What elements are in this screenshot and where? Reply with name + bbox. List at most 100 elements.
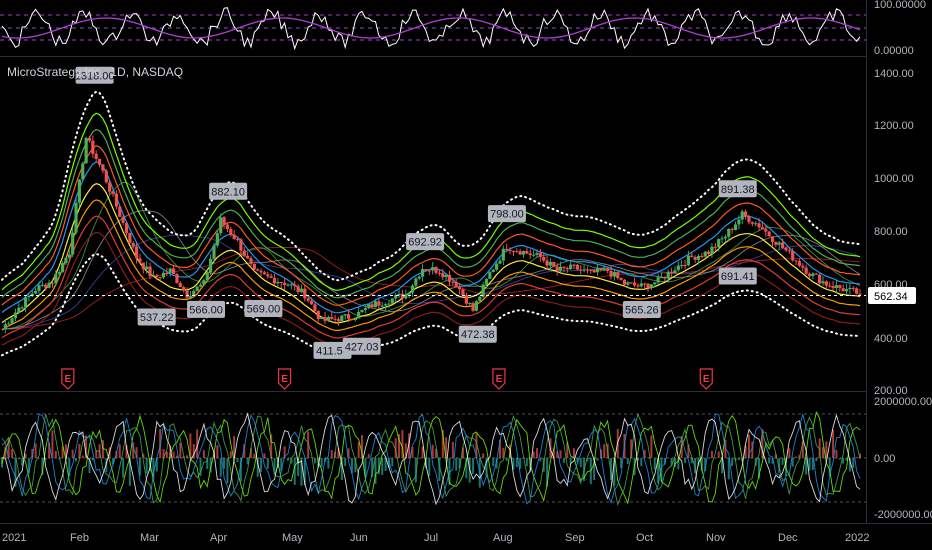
volume-bar	[835, 450, 838, 458]
candle-body	[178, 282, 182, 288]
candle-body	[283, 282, 287, 286]
candle-body	[114, 193, 118, 207]
volume-bar	[11, 449, 14, 458]
x-label-mar: Mar	[140, 532, 159, 544]
volume-bar	[367, 453, 370, 458]
price-callout-text: 565.26	[625, 305, 659, 317]
candle-body	[259, 270, 263, 273]
candle-body	[195, 286, 199, 291]
candle-body	[437, 272, 442, 274]
candle-body	[710, 246, 714, 255]
candle-body	[94, 153, 98, 159]
price-axis-label-1200: 1200.00	[874, 120, 914, 132]
candle-body	[249, 258, 253, 264]
price-callout-text: 692.92	[408, 237, 442, 249]
candle-body	[451, 281, 455, 283]
candle-body	[488, 272, 492, 279]
candle-body	[104, 170, 108, 183]
candle-body	[626, 282, 630, 285]
candle-body	[656, 277, 660, 283]
candle-body	[831, 286, 835, 289]
candle-body	[706, 251, 711, 255]
candle-body	[215, 233, 219, 246]
candle-body	[27, 295, 31, 298]
candle-body	[821, 281, 825, 284]
volume-bar	[172, 451, 175, 458]
candle-body	[599, 268, 603, 271]
volume-bar	[781, 458, 784, 465]
candle-body	[175, 274, 179, 283]
price-callout: 569.00	[244, 300, 283, 318]
candle-body	[363, 308, 367, 310]
candle-body	[202, 280, 206, 285]
candle-body	[235, 239, 240, 241]
candle-body	[515, 251, 519, 253]
candle-body	[346, 314, 351, 319]
candle-body	[37, 285, 41, 291]
volume-bar	[428, 458, 431, 476]
candle-body	[414, 278, 418, 286]
volume-bar	[573, 448, 575, 458]
candle-body	[293, 284, 297, 287]
candle-body	[784, 247, 788, 251]
volume-bar	[216, 445, 219, 458]
candle-body	[242, 250, 246, 256]
candle-body	[703, 251, 707, 257]
candle-body	[20, 307, 24, 309]
candle-body	[161, 272, 166, 278]
volume-bar	[327, 458, 330, 469]
symbol-title: MicroStrategy Inc., 1D, NASDAQ	[7, 65, 183, 79]
volume-bar	[287, 458, 289, 461]
candle-body	[350, 318, 354, 321]
candle-body	[777, 242, 781, 245]
candle-body	[855, 288, 859, 294]
candle-body	[572, 264, 576, 266]
chart-canvas[interactable]: 100.00000 0.00000 1318.00537.22566.00882…	[0, 0, 932, 550]
candle-body	[794, 260, 798, 262]
candle-body	[616, 272, 620, 279]
volume-bar	[118, 444, 121, 458]
candle-body	[458, 286, 462, 290]
candle-body	[427, 270, 431, 272]
candle-body	[669, 271, 674, 274]
x-label-dec: Dec	[778, 532, 798, 544]
volume-bar	[75, 458, 78, 462]
price-axis-label-1400: 1400.00	[874, 68, 914, 80]
candle-body	[353, 318, 357, 321]
volume-bar	[805, 458, 808, 475]
volume-bar	[81, 455, 84, 458]
price-callout: 565.26	[622, 301, 661, 319]
volume-bar	[731, 458, 734, 466]
candle-body	[84, 137, 88, 164]
candle-body	[569, 264, 573, 270]
candle-body	[276, 282, 280, 284]
candle-body	[138, 258, 142, 263]
candle-body	[3, 324, 7, 330]
candle-body	[532, 254, 536, 256]
volume-bar	[684, 458, 687, 463]
volume-bar	[260, 458, 263, 472]
candle-body	[807, 273, 812, 277]
price-callout-text: 882.10	[211, 186, 245, 198]
price-callout-text: 537.22	[140, 312, 174, 324]
candle-body	[158, 277, 162, 279]
candle-body	[619, 278, 623, 280]
candle-body	[7, 323, 11, 325]
volume-bar	[226, 458, 229, 484]
candle-body	[367, 304, 371, 309]
candle-body	[774, 241, 778, 245]
price-callout: 537.22	[137, 308, 176, 326]
candle-body	[508, 249, 512, 252]
osc-axis-label-bottom: 0.00000	[874, 45, 914, 57]
volume-bar	[815, 458, 818, 462]
volume-bar	[186, 455, 189, 458]
volume-bar	[330, 450, 333, 458]
candle-body	[10, 318, 14, 324]
price-callout-text: 566.00	[189, 304, 223, 316]
candle-body	[410, 285, 415, 293]
candle-body	[44, 284, 48, 288]
vol-axis-label-bottom: -2000000.00	[874, 509, 932, 521]
candle-body	[124, 222, 129, 234]
candle-body	[511, 251, 516, 253]
volume-bar	[482, 453, 485, 458]
